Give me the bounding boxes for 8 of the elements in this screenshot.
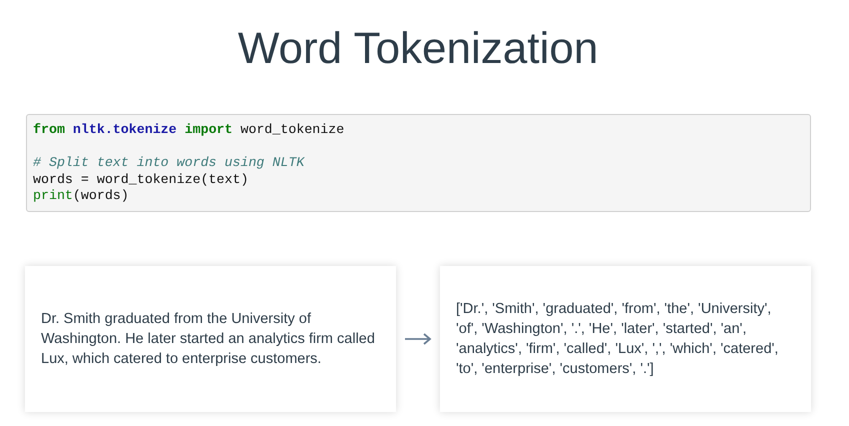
token-list-text: ['Dr.', 'Smith', 'graduated', 'from', 'the', 'University', 'of', 'Washington', '.', 'He', 'later', 'started', 'an', 'analytics', 'firm', 'called', 'Lux', ',', 'which', 'catered', 'to', 'enterprise', 'customers', '.'] [456, 300, 780, 378]
right-arrow-icon [404, 332, 432, 344]
input-text: Dr. Smith graduated from the University of Washington. He later started an analytics firm called Lux, which catered to enterprise customers. [41, 310, 376, 368]
code-line: # Split text into words using NLTK [33, 155, 306, 172]
code-line: print(words) [33, 188, 130, 204]
code-line: words = word_tokenize(text) [33, 172, 250, 188]
code-line: from nltk.tokenize import word_tokenize [33, 122, 346, 138]
slide-title: Word Tokenization [236, 23, 600, 75]
